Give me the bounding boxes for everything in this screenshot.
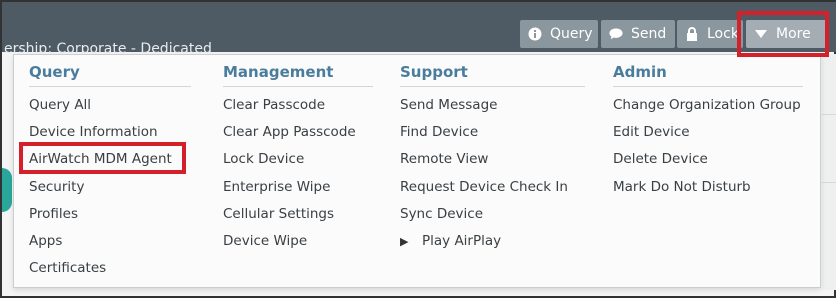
airwatch-agent-highlight — [19, 142, 186, 174]
menu-item-edit-device[interactable]: Edit Device — [613, 119, 803, 146]
admin-column: Admin Change Organization Group Edit Dev… — [613, 61, 803, 201]
background-panel-edge — [822, 54, 836, 290]
menu-item-enterprise-wipe[interactable]: Enterprise Wipe — [223, 174, 373, 201]
menu-item-device-wipe[interactable]: Device Wipe — [223, 228, 373, 255]
chat-bubble-icon — [609, 27, 623, 41]
send-button-label: Send — [631, 26, 667, 42]
menu-item-query-all[interactable]: Query All — [29, 92, 191, 119]
info-icon — [528, 27, 542, 41]
support-column: Support Send Message Find Device Remote … — [400, 61, 585, 255]
menu-item-lock-device[interactable]: Lock Device — [223, 146, 373, 173]
query-button-label: Query — [550, 26, 593, 42]
menu-item-request-device-check-in[interactable]: Request Device Check In — [400, 174, 585, 201]
menu-item-find-device[interactable]: Find Device — [400, 119, 585, 146]
support-section-title: Support — [400, 61, 585, 87]
admin-section-title: Admin — [613, 61, 803, 87]
play-airplay-label: Play AirPlay — [422, 232, 502, 249]
menu-item-send-message[interactable]: Send Message — [400, 92, 585, 119]
menu-item-sync-device[interactable]: Sync Device — [400, 201, 585, 228]
send-button[interactable]: Send — [601, 20, 675, 48]
menu-item-change-organization-group[interactable]: Change Organization Group — [613, 92, 803, 119]
menu-item-mark-do-not-disturb[interactable]: Mark Do Not Disturb — [613, 174, 803, 201]
menu-item-clear-app-passcode[interactable]: Clear App Passcode — [223, 119, 373, 146]
management-section-title: Management — [223, 61, 373, 87]
lock-icon — [685, 27, 699, 41]
lock-button-label: Lock — [707, 26, 739, 42]
menu-item-remote-view[interactable]: Remote View — [400, 146, 585, 173]
lock-button[interactable]: Lock — [677, 20, 743, 48]
menu-item-play-airplay[interactable]: ▶ Play AirPlay — [400, 228, 585, 255]
menu-item-delete-device[interactable]: Delete Device — [613, 146, 803, 173]
menu-item-certificates[interactable]: Certificates — [29, 255, 191, 282]
more-button-highlight — [737, 11, 829, 57]
menu-item-security[interactable]: Security — [29, 174, 191, 201]
side-indicator — [2, 168, 12, 212]
menu-item-profiles[interactable]: Profiles — [29, 201, 191, 228]
top-bar: ership: Corporate - Dedicated Query Send… — [2, 2, 836, 57]
play-triangle-icon: ▶ — [400, 234, 409, 248]
menu-item-apps[interactable]: Apps — [29, 228, 191, 255]
menu-item-cellular-settings[interactable]: Cellular Settings — [223, 201, 373, 228]
management-column: Management Clear Passcode Clear App Pass… — [223, 61, 373, 255]
menu-item-clear-passcode[interactable]: Clear Passcode — [223, 92, 373, 119]
query-section-title: Query — [29, 61, 191, 87]
query-button[interactable]: Query — [520, 20, 598, 48]
app-frame: ership: Corporate - Dedicated Query Send… — [0, 0, 836, 298]
